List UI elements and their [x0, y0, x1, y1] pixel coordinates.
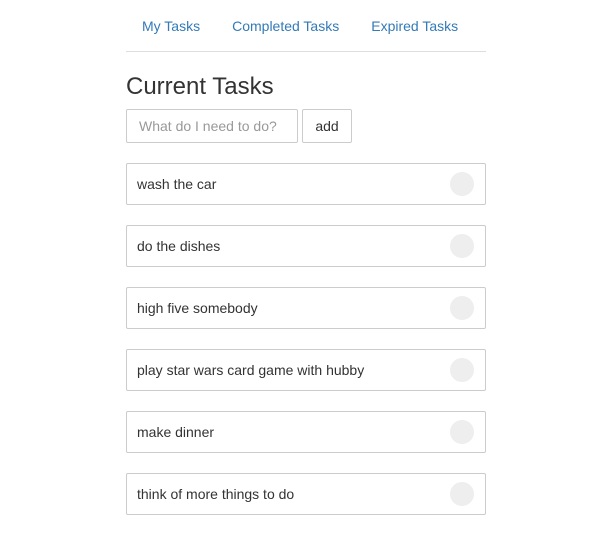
complete-task-toggle[interactable]: [450, 482, 474, 506]
task-label: think of more things to do: [137, 486, 295, 502]
complete-task-toggle[interactable]: [450, 420, 474, 444]
task-label: make dinner: [137, 424, 215, 440]
nav-my-tasks[interactable]: My Tasks: [126, 16, 216, 36]
task-label: wash the car: [137, 176, 217, 192]
task-item: make dinner: [126, 411, 486, 453]
page-title: Current Tasks: [126, 73, 274, 100]
task-item: think of more things to do: [126, 473, 486, 515]
task-label: high five somebody: [137, 300, 258, 316]
task-item: do the dishes: [126, 225, 486, 267]
new-task-input[interactable]: [126, 109, 298, 143]
task-item: play star wars card game with hubby: [126, 349, 486, 391]
complete-task-toggle[interactable]: [450, 296, 474, 320]
nav-expired-tasks[interactable]: Expired Tasks: [355, 16, 474, 36]
top-nav: My Tasks Completed Tasks Expired Tasks: [126, 0, 486, 52]
add-task-button[interactable]: add: [302, 109, 352, 143]
task-list: wash the car do the dishes high five som…: [126, 163, 486, 515]
nav-completed-tasks[interactable]: Completed Tasks: [216, 16, 355, 36]
task-label: do the dishes: [137, 238, 221, 254]
app-container: My Tasks Completed Tasks Expired Tasks C…: [126, 0, 486, 535]
complete-task-toggle[interactable]: [450, 172, 474, 196]
task-item: wash the car: [126, 163, 486, 205]
task-item: high five somebody: [126, 287, 486, 329]
new-task-form: add: [126, 109, 486, 143]
task-label: play star wars card game with hubby: [137, 362, 365, 378]
complete-task-toggle[interactable]: [450, 234, 474, 258]
complete-task-toggle[interactable]: [450, 358, 474, 382]
